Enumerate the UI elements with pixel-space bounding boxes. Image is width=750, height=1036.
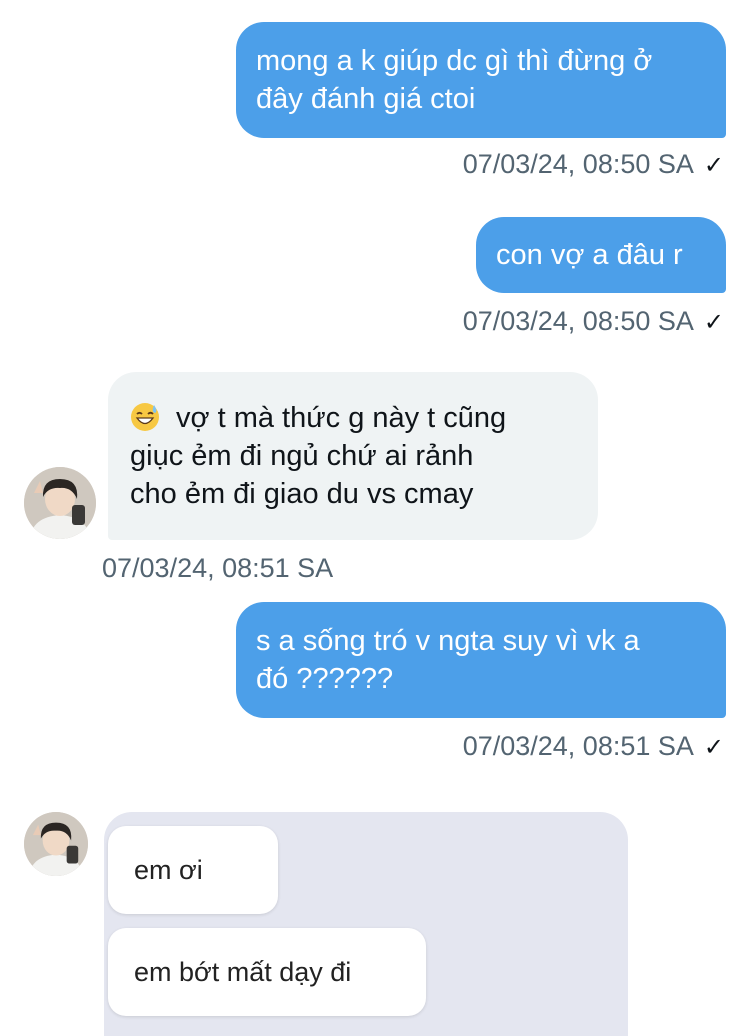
message-image[interactable]: em ơi em bớt mất dạy đi xyxy=(104,812,628,1036)
message-meta: 07/03/24, 08:50 SA ✓ xyxy=(463,147,724,183)
sent-check-icon: ✓ xyxy=(703,734,724,761)
avatar[interactable] xyxy=(24,467,96,539)
message-bubble-outgoing[interactable]: s a sống tró v ngta suy vì vk a đó ?????… xyxy=(236,602,726,718)
message-bubble-incoming[interactable]: vợ t mà thức g này t cũng giục ẻm đi ngủ… xyxy=(108,372,598,540)
message-meta: 07/03/24, 08:51 SA ✓ xyxy=(463,729,724,765)
avatar-photo xyxy=(24,467,96,539)
message-text-line: đây đánh giá ctoi xyxy=(256,83,476,115)
message-timestamp: 07/03/24, 08:51 SA xyxy=(462,731,694,761)
sent-check-icon: ✓ xyxy=(703,152,724,179)
message-bubble-outgoing[interactable]: mong a k giúp dc gì thì đừng ở đây đánh … xyxy=(236,22,726,138)
message-text-line: cho ẻm đi giao du vs cmay xyxy=(130,478,474,510)
message-timestamp: 07/03/24, 08:50 SA xyxy=(462,306,694,336)
avatar-photo xyxy=(24,812,88,876)
image-chat-bubble: em bớt mất dạy đi xyxy=(108,928,426,1016)
image-chat-text: em ơi xyxy=(134,854,203,885)
message-text-line: vợ t mà thức g này t cũng xyxy=(130,399,578,437)
image-chat-bubble: em ơi xyxy=(108,826,278,914)
message-bubble-outgoing[interactable]: con vợ a đâu r xyxy=(476,217,726,293)
message-text-line: giục ẻm đi ngủ chứ ai rảnh xyxy=(130,440,474,472)
avatar[interactable] xyxy=(24,812,88,876)
message-text-line: đó ?????? xyxy=(256,663,394,695)
sent-check-icon: ✓ xyxy=(703,309,724,336)
message-text-line: mong a k giúp dc gì thì đừng ở xyxy=(256,45,653,77)
message-meta: 07/03/24, 08:51 SA xyxy=(102,551,333,585)
message-text-line: s a sống tró v ngta suy vì vk a xyxy=(256,625,640,657)
message-timestamp: 07/03/24, 08:51 SA xyxy=(102,553,334,583)
image-chat-text: em bớt mất dạy đi xyxy=(134,956,352,987)
message-text-line: con vợ a đâu r xyxy=(496,239,683,271)
message-timestamp: 07/03/24, 08:50 SA xyxy=(462,149,694,179)
grinning-sweat-emoji xyxy=(130,402,160,432)
message-meta: 07/03/24, 08:50 SA ✓ xyxy=(463,304,724,340)
